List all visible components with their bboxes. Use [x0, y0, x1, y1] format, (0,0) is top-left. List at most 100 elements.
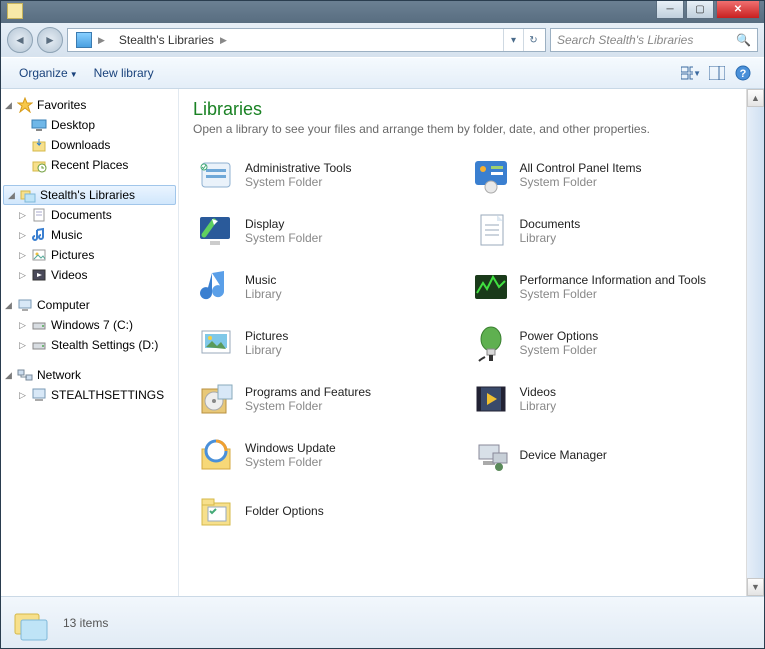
refresh-button[interactable]: ↻: [523, 29, 543, 51]
videos-icon: [470, 378, 512, 420]
disclosure-triangle-icon[interactable]: ◢: [5, 370, 17, 381]
item-name: Administrative Tools: [245, 161, 352, 175]
tree-item[interactable]: ▷Documents: [1, 205, 178, 225]
scroll-track[interactable]: [747, 107, 764, 578]
library-item[interactable]: PicturesLibrary: [193, 318, 458, 368]
breadcrumb-root[interactable]: ▶: [70, 29, 113, 51]
library-item[interactable]: All Control Panel ItemsSystem Folder: [468, 150, 733, 200]
tree-label: Stealth's Libraries: [40, 188, 135, 202]
breadcrumb-item[interactable]: Stealth's Libraries ▶: [113, 29, 235, 51]
tree-label: Desktop: [51, 118, 95, 132]
status-bar: 13 items: [1, 596, 764, 648]
disclosure-triangle-icon[interactable]: ▷: [19, 340, 31, 351]
library-item[interactable]: VideosLibrary: [468, 374, 733, 424]
tree-item[interactable]: ▷ STEALTHSETTINGS: [1, 385, 178, 405]
documents-icon: [470, 210, 512, 252]
item-name: Videos: [520, 385, 557, 399]
music-icon: [31, 227, 47, 243]
downloads-icon: [31, 137, 47, 153]
pictures-icon: [195, 322, 237, 364]
window-icon: [7, 3, 23, 19]
library-item[interactable]: MusicLibrary: [193, 262, 458, 312]
svg-text:?: ?: [740, 68, 747, 80]
page-subtitle: Open a library to see your files and arr…: [193, 122, 732, 136]
item-name: Folder Options: [245, 504, 324, 518]
item-subtitle: System Folder: [520, 287, 707, 301]
disclosure-triangle-icon[interactable]: ▷: [19, 230, 31, 241]
breadcrumb-label: Stealth's Libraries: [119, 33, 214, 47]
disclosure-triangle-icon[interactable]: ▷: [19, 320, 31, 331]
tree-item[interactable]: Downloads: [1, 135, 178, 155]
preview-pane-button[interactable]: [706, 62, 728, 84]
tree-label: STEALTHSETTINGS: [51, 388, 164, 402]
item-subtitle: Library: [245, 343, 288, 357]
disclosure-triangle-icon[interactable]: ◢: [5, 100, 17, 111]
tree-item[interactable]: Desktop: [1, 115, 178, 135]
update-icon: [195, 434, 237, 476]
library-item[interactable]: Folder Options: [193, 486, 458, 536]
admintools-icon: [195, 154, 237, 196]
back-button[interactable]: ◄: [7, 27, 33, 53]
disclosure-triangle-icon[interactable]: ◢: [5, 300, 17, 311]
maximize-button[interactable]: ▢: [686, 1, 714, 19]
scroll-down-button[interactable]: ▼: [747, 578, 764, 596]
item-subtitle: System Folder: [520, 175, 642, 189]
desktop-icon: [31, 117, 47, 133]
star-icon: [17, 97, 33, 113]
tree-group-network[interactable]: ◢Network: [1, 365, 178, 385]
tree-item[interactable]: ▷Music: [1, 225, 178, 245]
scroll-up-button[interactable]: ▲: [747, 89, 764, 107]
music-icon: [195, 266, 237, 308]
disclosure-triangle-icon[interactable]: ▷: [19, 270, 31, 281]
disclosure-triangle-icon[interactable]: ◢: [8, 190, 20, 201]
library-item[interactable]: Windows UpdateSystem Folder: [193, 430, 458, 480]
vid-icon: [31, 267, 47, 283]
tree-item[interactable]: ▷Windows 7 (C:): [1, 315, 178, 335]
pc-icon: [31, 387, 47, 403]
search-placeholder: Search Stealth's Libraries: [557, 33, 693, 47]
tree-item[interactable]: ▷Stealth Settings (D:): [1, 335, 178, 355]
disclosure-triangle-icon[interactable]: ▷: [19, 210, 31, 221]
chevron-right-icon: ▶: [96, 35, 107, 46]
organize-button[interactable]: Organize▼: [11, 62, 86, 84]
tree-item[interactable]: ▷Videos: [1, 265, 178, 285]
tree-item[interactable]: Recent Places: [1, 155, 178, 175]
disclosure-triangle-icon[interactable]: ▷: [19, 390, 31, 401]
library-item[interactable]: DocumentsLibrary: [468, 206, 733, 256]
tree-item[interactable]: ▷ Pictures: [1, 245, 178, 265]
content-area: ◢Favorites Desktop Downloads Recent Places ◢…: [1, 89, 764, 596]
explorer-window: ─ ▢ ✕ ◄ ► ▶ Stealth's Libraries ▶ ▾ ↻ Se…: [0, 0, 765, 649]
programs-icon: [195, 378, 237, 420]
address-dropdown-button[interactable]: ▾: [503, 29, 523, 51]
tree-label: Downloads: [51, 138, 110, 152]
close-button[interactable]: ✕: [716, 1, 760, 19]
view-options-button[interactable]: ▼: [680, 62, 702, 84]
chevron-right-icon: ▶: [218, 35, 229, 46]
controlpanel-icon: [470, 154, 512, 196]
library-item[interactable]: DisplaySystem Folder: [193, 206, 458, 256]
library-item[interactable]: Power OptionsSystem Folder: [468, 318, 733, 368]
titlebar[interactable]: ─ ▢ ✕: [1, 1, 764, 23]
forward-button[interactable]: ►: [37, 27, 63, 53]
new-library-button[interactable]: New library: [86, 62, 162, 84]
help-button[interactable]: ?: [732, 62, 754, 84]
search-input[interactable]: Search Stealth's Libraries 🔍: [550, 28, 758, 52]
drive-icon: [31, 337, 47, 353]
tree-group-computer[interactable]: ◢Computer: [1, 295, 178, 315]
library-item[interactable]: Programs and FeaturesSystem Folder: [193, 374, 458, 424]
disclosure-triangle-icon[interactable]: ▷: [19, 250, 31, 261]
tree-group-favorites[interactable]: ◢Favorites: [1, 95, 178, 115]
item-subtitle: System Folder: [245, 175, 352, 189]
vertical-scrollbar[interactable]: ▲ ▼: [746, 89, 764, 596]
minimize-button[interactable]: ─: [656, 1, 684, 19]
display-icon: [195, 210, 237, 252]
library-item[interactable]: Performance Information and ToolsSystem …: [468, 262, 733, 312]
tree-label: Pictures: [51, 248, 94, 262]
library-item[interactable]: Administrative ToolsSystem Folder: [193, 150, 458, 200]
library-item[interactable]: Device Manager: [468, 430, 733, 480]
item-name: Music: [245, 273, 282, 287]
main-pane: Libraries Open a library to see your fil…: [179, 89, 764, 596]
address-bar[interactable]: ▶ Stealth's Libraries ▶ ▾ ↻: [67, 28, 546, 52]
tree-group-stealth-s-libraries[interactable]: ◢ Stealth's Libraries: [3, 185, 176, 205]
items-grid: Administrative ToolsSystem FolderAll Con…: [193, 150, 732, 536]
